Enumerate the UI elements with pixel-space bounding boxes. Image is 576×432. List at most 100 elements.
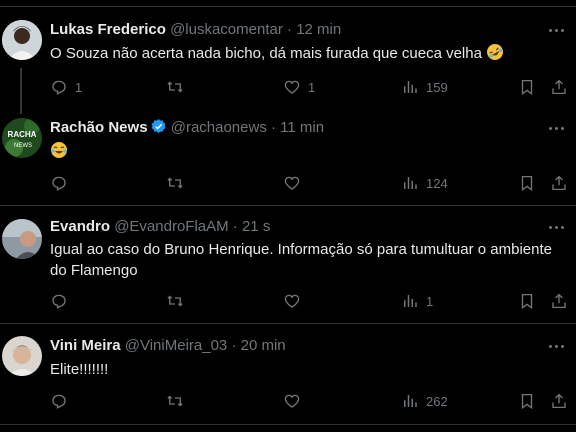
tweet-text-content: Elite!!!!!!! [50,361,109,378]
tweet-body: Rachão News @rachaonews · 11 min [50,118,576,162]
tweet-header: Lukas Frederico @luskacomentar · 12 min [50,20,576,40]
rolling-on-floor-laughing-emoji-icon [487,44,504,60]
thread-connector-line [20,68,22,114]
share-button[interactable] [550,291,568,311]
views-bar-chart-icon [404,295,417,307]
top-divider [0,6,576,7]
tweet-divider [0,424,576,425]
avatar[interactable] [2,336,42,376]
tweet-actions: 1 [50,291,576,311]
share-icon [552,79,566,95]
more-options-icon[interactable] [548,20,566,40]
display-name[interactable]: Vini Meira [50,337,121,354]
tweet-divider [0,205,576,206]
more-options-icon[interactable] [548,217,566,237]
tweet-text [50,141,570,162]
more-options-icon[interactable] [548,118,566,138]
timestamp[interactable]: 20 min [241,337,286,354]
like-button[interactable] [283,291,301,311]
user-handle[interactable]: @rachaonews [171,119,267,136]
retweet-button[interactable] [166,291,184,311]
views-button[interactable]: 124 [401,173,448,193]
retweet-button[interactable] [166,173,184,193]
reply-button[interactable] [50,173,68,193]
retweet-icon [167,295,183,307]
like-button[interactable]: 1 [283,77,315,97]
bookmark-button[interactable] [518,391,536,411]
views-button[interactable]: 159 [401,77,448,97]
tweet-header: Rachão News @rachaonews · 11 min [50,118,576,138]
display-name[interactable]: Evandro [50,218,110,235]
separator-dot: · [231,337,237,354]
share-button[interactable] [550,173,568,193]
tweet-header: Vini Meira @ViniMeira_03 · 20 min [50,336,576,356]
view-count: 159 [426,79,448,95]
reply-icon [52,394,66,409]
avatar[interactable] [2,20,42,60]
views-bar-chart-icon [404,177,417,189]
reply-button[interactable] [50,291,68,311]
avatar[interactable] [2,219,42,259]
like-button[interactable] [283,173,301,193]
share-icon [552,393,566,409]
avatar[interactable]: RACHA NEWS [2,118,42,158]
tweet-actions: 124 [50,173,576,193]
reply-icon [52,80,66,95]
retweet-button[interactable] [166,77,184,97]
tweet-text: Igual ao caso do Bruno Henrique. Informa… [50,239,570,281]
bookmark-button[interactable] [518,291,536,311]
bookmark-button[interactable] [518,77,536,97]
separator-dot: · [232,218,238,235]
tears-of-joy-emoji-icon [51,142,67,158]
retweet-icon [167,395,183,407]
view-count: 1 [426,293,434,309]
user-handle[interactable]: @ViniMeira_03 [125,337,228,354]
timestamp[interactable]: 11 min [280,119,324,136]
share-button[interactable] [550,77,568,97]
reply-button[interactable]: 1 [50,77,82,97]
separator-dot: · [287,21,293,38]
share-button[interactable] [550,391,568,411]
tweet-text-content: O Souza não acerta nada bicho, dá mais f… [50,45,482,62]
tweet-header: Evandro @EvandroFlaAM · 21 s [50,217,576,237]
timestamp[interactable]: 21 s [242,218,270,235]
like-button[interactable] [283,391,301,411]
retweet-icon [167,177,183,189]
tweet-actions: 262 [50,391,576,411]
tweet-body: Vini Meira @ViniMeira_03 · 20 min Elite!… [50,336,576,380]
heart-icon [284,176,300,190]
reply-count: 1 [75,79,83,95]
views-bar-chart-icon [404,395,417,407]
share-icon [552,293,566,309]
reply-button[interactable] [50,391,68,411]
separator-dot: · [271,119,276,136]
retweet-button[interactable] [166,391,184,411]
svg-text:RACHA: RACHA [8,130,37,139]
heart-icon [284,394,300,408]
reply-icon [52,294,66,309]
view-count: 262 [426,393,448,409]
tweet-text: O Souza não acerta nada bicho, dá mais f… [50,43,570,64]
like-count: 1 [308,79,316,95]
bookmark-icon [521,293,533,310]
user-handle[interactable]: @EvandroFlaAM [114,218,228,235]
views-button[interactable]: 1 [401,291,433,311]
user-handle[interactable]: @luskacomentar [170,21,283,38]
tweet-body: Lukas Frederico @luskacomentar · 12 min … [50,20,576,64]
verified-badge-icon [151,119,165,133]
heart-icon [284,294,300,308]
svg-text:NEWS: NEWS [14,143,32,149]
tweet-text: Elite!!!!!!! [50,359,570,380]
display-name[interactable]: Lukas Frederico [50,21,166,38]
share-icon [552,175,566,191]
tweet-divider [0,323,576,324]
heart-icon [284,80,300,94]
more-options-icon[interactable] [548,336,566,356]
bookmark-button[interactable] [518,173,536,193]
bookmark-icon [521,175,533,192]
display-name[interactable]: Rachão News [50,119,148,136]
timestamp[interactable]: 12 min [296,21,341,38]
views-button[interactable]: 262 [401,391,448,411]
retweet-icon [167,81,183,93]
tweet-actions: 1 1 159 [50,77,576,97]
